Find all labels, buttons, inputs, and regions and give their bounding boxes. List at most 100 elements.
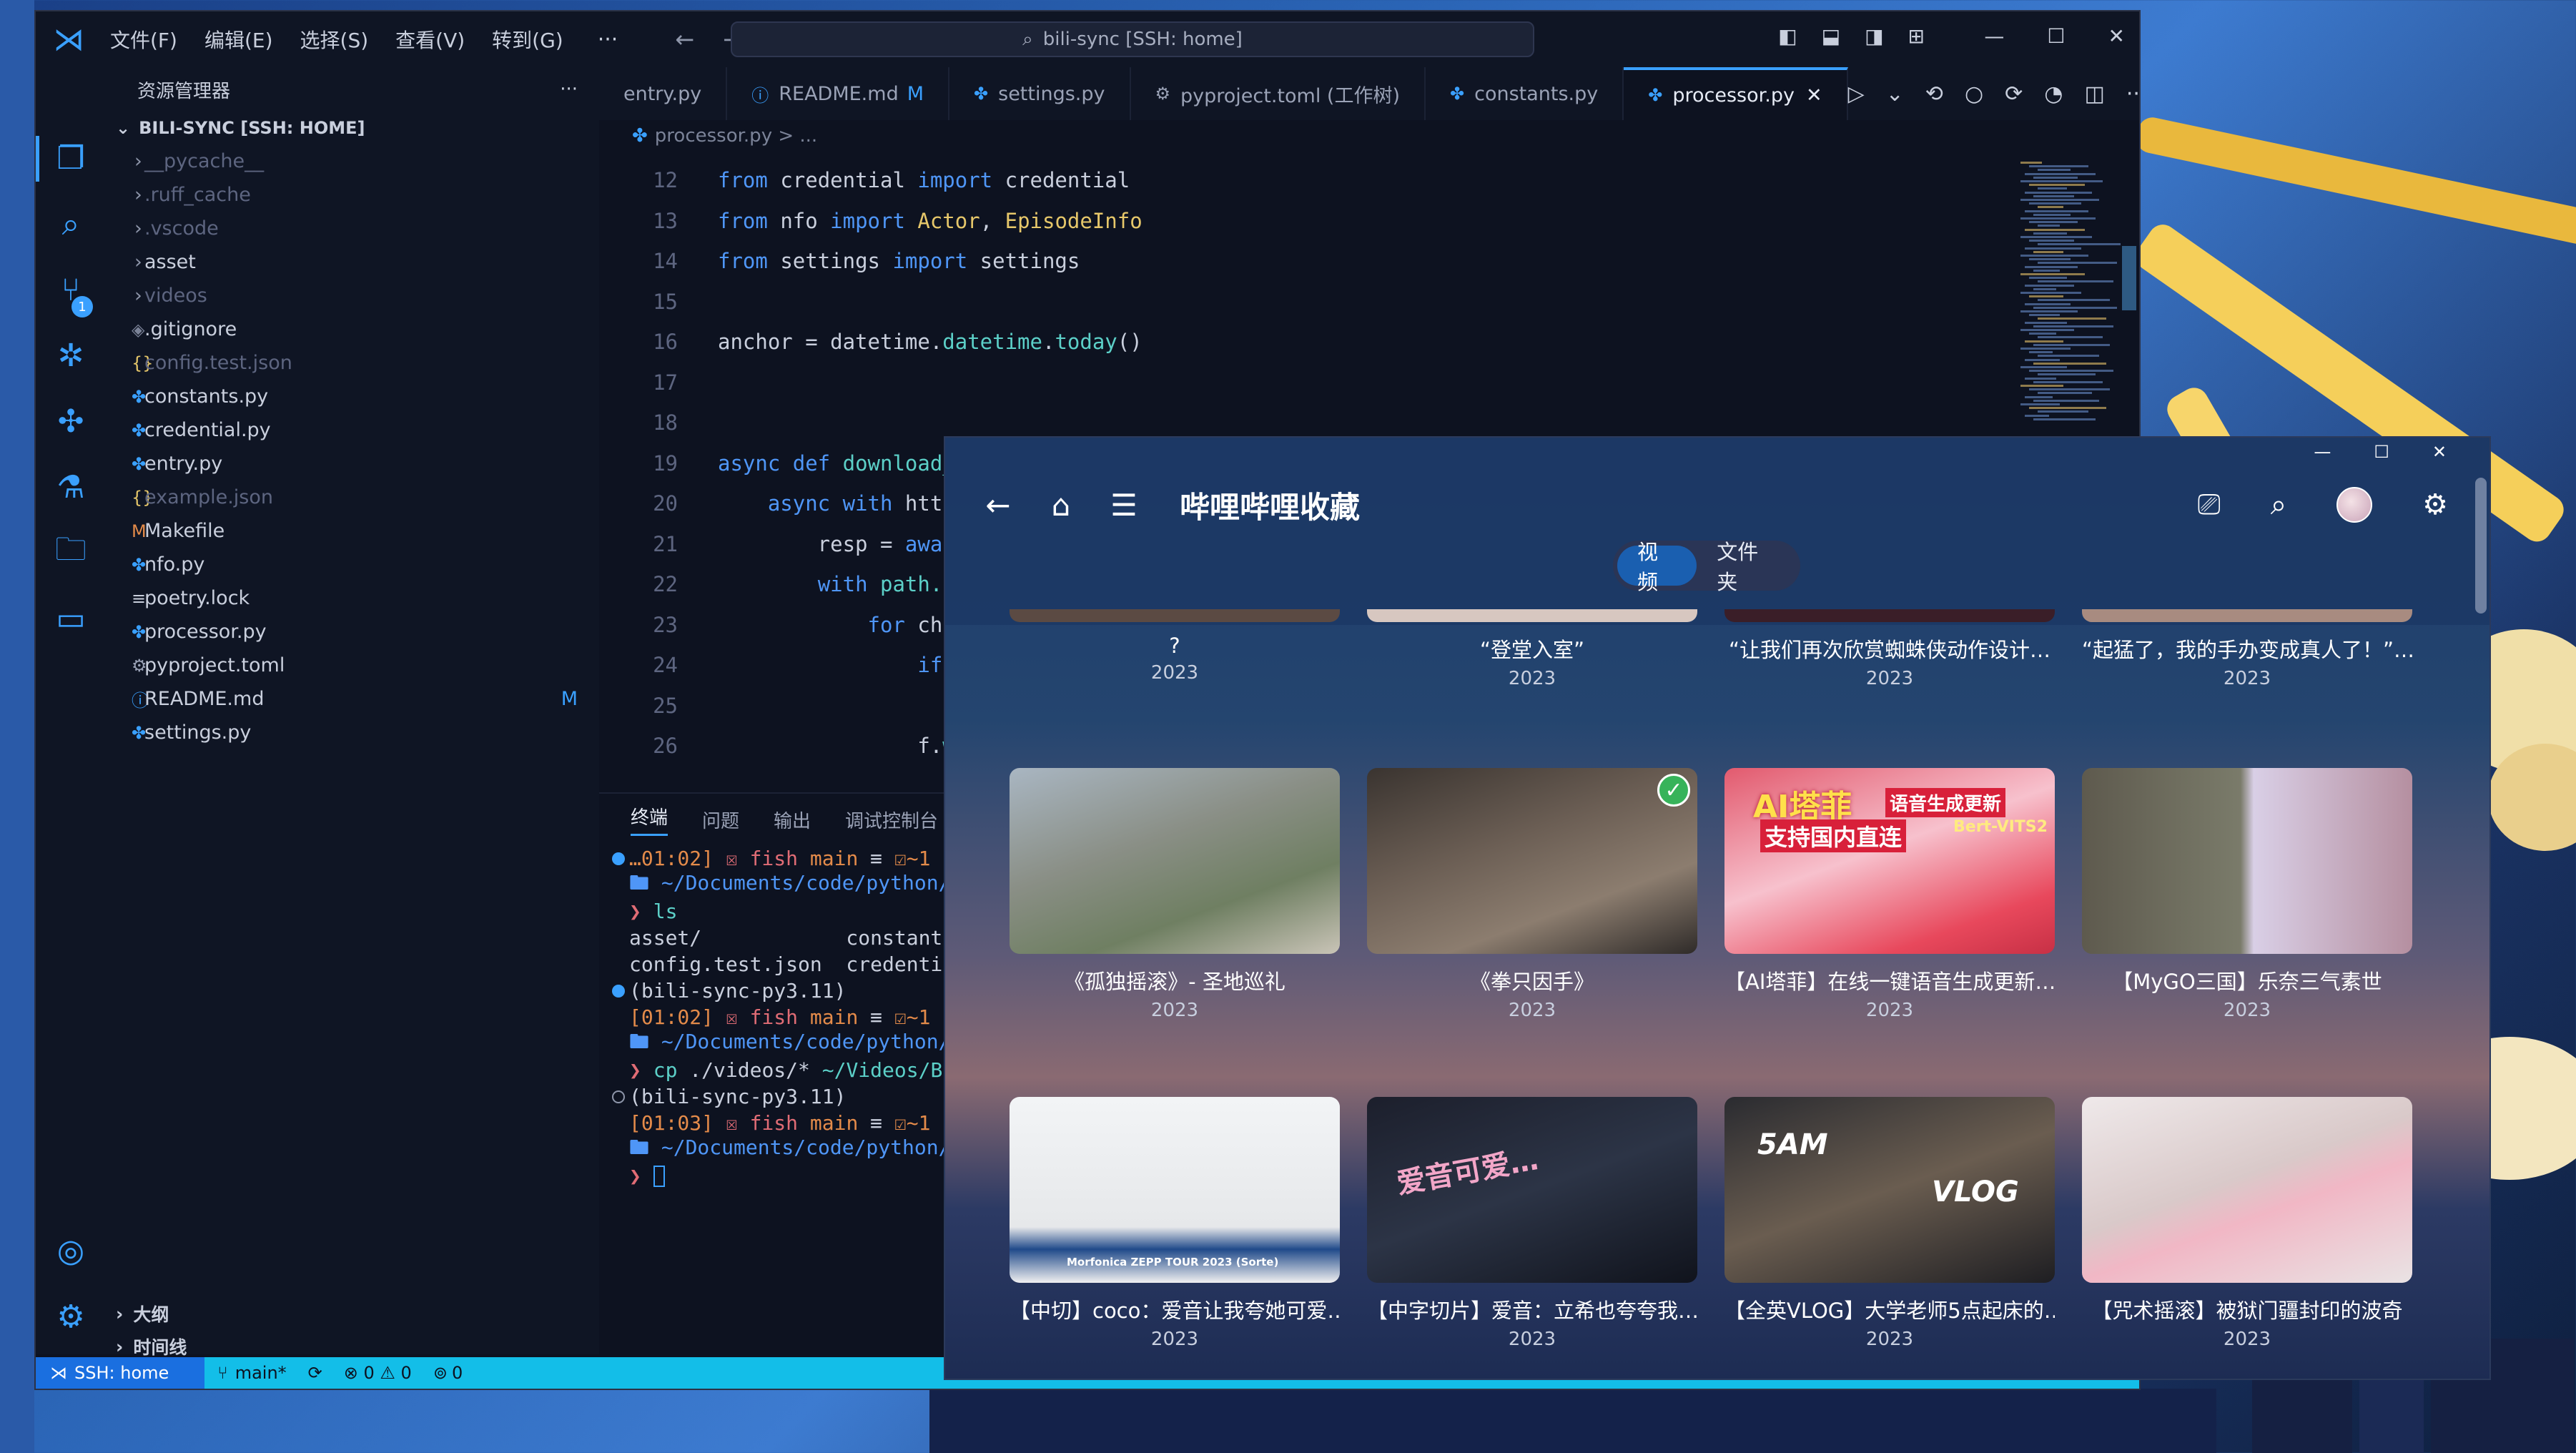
close-icon[interactable]: ✕ xyxy=(2108,24,2125,48)
timeline-back-icon[interactable]: ⟲ xyxy=(1925,82,1943,107)
open-changes-icon[interactable]: ◔ xyxy=(2044,82,2063,107)
close-tab-icon[interactable]: ✕ xyxy=(1806,84,1822,107)
explorer-more-icon[interactable]: ··· xyxy=(560,79,578,100)
editor-tab[interactable]: entry.py xyxy=(599,67,728,120)
toggle-secondary-sidebar-icon[interactable]: ◨ xyxy=(1865,24,1883,48)
more-icon[interactable]: ··· xyxy=(598,27,618,52)
video-card[interactable]: “让我们再次欣赏蜘蛛侠动作设计… 2023 xyxy=(1724,609,2055,689)
gear-icon[interactable]: ⚙ xyxy=(50,1296,92,1337)
video-title[interactable]: 《孤独摇滚》- 圣地巡礼 xyxy=(1010,965,1340,995)
video-card[interactable]: Morfonica ZEPP TOUR 2023 (Sorte) 【中切】coco… xyxy=(1010,1097,1340,1350)
tree-item[interactable]: › asset xyxy=(106,245,599,279)
video-title[interactable]: “起猛了，我的手办变成真人了！”… xyxy=(2082,634,2412,664)
tree-item[interactable]: ✤ credential.py xyxy=(106,413,599,447)
video-title[interactable]: “登堂入室” xyxy=(1367,634,1697,664)
sync-icon[interactable]: ⟳ xyxy=(308,1363,322,1383)
remote-explorer-icon[interactable]: ▭ xyxy=(50,598,92,639)
video-card[interactable]: 【咒术摇滚】被狱门疆封印的波奇 2023 xyxy=(2082,1097,2412,1350)
tree-item[interactable]: ✤ nfo.py xyxy=(106,548,599,581)
debug-icon[interactable]: ✲ xyxy=(50,335,92,376)
video-card[interactable]: 5AM VLOG 【全英VLOG】大学老师5点起床的… 2023 xyxy=(1724,1097,2055,1350)
split-editor-icon[interactable]: ◫ xyxy=(2084,82,2104,107)
video-thumbnail[interactable] xyxy=(1724,609,2055,622)
search-icon[interactable]: ⌕ xyxy=(2271,488,2286,521)
video-thumbnail[interactable] xyxy=(2082,609,2412,622)
video-card[interactable]: ✓ 《拳只因手》 2023 xyxy=(1367,768,1697,1021)
tree-item[interactable]: ⚙ pyproject.toml xyxy=(106,649,599,682)
video-title[interactable]: 【咒术摇滚】被狱门疆封印的波奇 xyxy=(2082,1294,2412,1324)
video-card[interactable]: 【MyGO三国】乐奈三气素世 2023 xyxy=(2082,768,2412,1021)
video-card[interactable]: 《孤独摇滚》- 圣地巡礼 2023 xyxy=(1010,768,1340,1021)
command-decoration-icon[interactable] xyxy=(612,984,625,998)
minimap[interactable] xyxy=(2020,162,2128,433)
menu-edit[interactable]: 编辑(E) xyxy=(204,25,273,54)
video-title[interactable]: 【中切】coco：爱音让我夸她可爱… xyxy=(1010,1294,1340,1324)
editor-tab[interactable]: ⓘ README.md M xyxy=(727,67,950,120)
customize-layout-icon[interactable]: ⊞ xyxy=(1908,24,1925,48)
tree-item[interactable]: ✤ settings.py xyxy=(106,716,599,749)
tree-item[interactable]: M Makefile xyxy=(106,514,599,548)
video-title[interactable]: 【AI塔菲】在线一键语音生成更新… xyxy=(1724,965,2055,995)
chevron-down-icon[interactable]: ⌄ xyxy=(1886,82,1904,107)
maximize-icon[interactable]: ☐ xyxy=(2047,24,2065,48)
tree-item[interactable]: ◈ .gitignore xyxy=(106,312,599,346)
video-thumbnail[interactable] xyxy=(1367,609,1697,622)
tree-item[interactable]: ✤ constants.py xyxy=(106,380,599,413)
cast-icon[interactable]: ⎚ xyxy=(2198,488,2221,521)
close-icon[interactable]: ✕ xyxy=(2432,442,2447,462)
menu-icon[interactable]: ☰ xyxy=(1102,483,1145,526)
problems-indicator[interactable]: ⊗ 0 ⚠ 0 xyxy=(344,1363,412,1383)
branch-label[interactable]: main* xyxy=(235,1363,287,1383)
video-card[interactable]: “登堂入室” 2023 xyxy=(1367,609,1697,689)
outline-section[interactable]: › 大纲 xyxy=(106,1297,599,1330)
tree-item[interactable]: {} config.test.json xyxy=(106,346,599,380)
editor-tab[interactable]: ✤ constants.py xyxy=(1426,67,1624,120)
video-thumbnail[interactable] xyxy=(1010,609,1340,622)
avatar[interactable] xyxy=(2336,487,2373,523)
video-card[interactable]: 爱音可爱… 【中字切片】爱音：立希也夸夸我… 2023 xyxy=(1367,1097,1697,1350)
search-icon[interactable]: ⌕ xyxy=(50,203,92,245)
video-card[interactable]: “起猛了，我的手办变成真人了！”… 2023 xyxy=(2082,609,2412,689)
video-thumbnail[interactable]: ✓ xyxy=(1367,768,1697,954)
command-decoration-icon[interactable] xyxy=(612,852,625,865)
panel-tab[interactable]: 输出 xyxy=(774,807,811,833)
tree-item[interactable]: {} example.json xyxy=(106,481,599,514)
video-thumbnail[interactable]: 爱音可爱… xyxy=(1367,1097,1697,1283)
back-arrow-icon[interactable]: ← xyxy=(675,26,694,53)
video-thumbnail[interactable] xyxy=(2082,768,2412,954)
toggle-sidebar-icon[interactable]: ◧ xyxy=(1778,24,1797,48)
forward-icon[interactable]: ⟳ xyxy=(2005,82,2023,107)
folder-icon[interactable]: 🗀 xyxy=(50,531,92,573)
app-scrollbar[interactable] xyxy=(2475,478,2487,614)
maximize-icon[interactable]: ☐ xyxy=(2374,442,2389,462)
ports-count[interactable]: 0 xyxy=(452,1363,463,1383)
remote-indicator[interactable]: ⋊ SSH: home xyxy=(36,1357,205,1389)
video-title[interactable]: 【中字切片】爱音：立希也夸夸我… xyxy=(1367,1294,1697,1324)
video-title[interactable]: ? xyxy=(1010,634,1340,658)
tree-item[interactable]: › __pycache__ xyxy=(106,144,599,178)
breadcrumb[interactable]: ✤ processor.py > ... xyxy=(599,120,2139,152)
toggle-panel-icon[interactable]: ⬓ xyxy=(1822,24,1840,48)
tree-item[interactable]: ≡ poetry.lock xyxy=(106,581,599,615)
more-actions-icon[interactable]: ··· xyxy=(2126,82,2139,107)
minimize-icon[interactable]: — xyxy=(1984,24,2004,48)
back-arrow-icon[interactable]: ← xyxy=(977,483,1020,526)
video-title[interactable]: 《拳只因手》 xyxy=(1367,965,1697,995)
gear-icon[interactable]: ⚙ xyxy=(2422,488,2448,521)
video-thumbnail[interactable] xyxy=(1010,768,1340,954)
editor-tab[interactable]: ✤ processor.py ✕ xyxy=(1624,67,1848,120)
command-decoration-icon[interactable] xyxy=(612,1090,625,1103)
menu-view[interactable]: 查看(V) xyxy=(395,25,465,54)
extensions-icon[interactable]: ✣ xyxy=(50,400,92,442)
tree-item[interactable]: › videos xyxy=(106,279,599,312)
tree-item[interactable]: › .vscode xyxy=(106,212,599,245)
circle-icon[interactable]: ○ xyxy=(1965,82,1983,107)
panel-tab[interactable]: 终端 xyxy=(631,803,668,836)
menu-file[interactable]: 文件(F) xyxy=(110,25,177,54)
editor-tab[interactable]: ✤ settings.py xyxy=(949,67,1131,120)
minimize-icon[interactable]: — xyxy=(2314,442,2331,462)
video-card[interactable]: ? 2023 xyxy=(1010,609,1340,684)
menu-go[interactable]: 转到(G) xyxy=(492,25,563,54)
panel-tab[interactable]: 调试控制台 xyxy=(845,807,938,833)
explorer-icon[interactable]: ❐ xyxy=(50,137,92,179)
